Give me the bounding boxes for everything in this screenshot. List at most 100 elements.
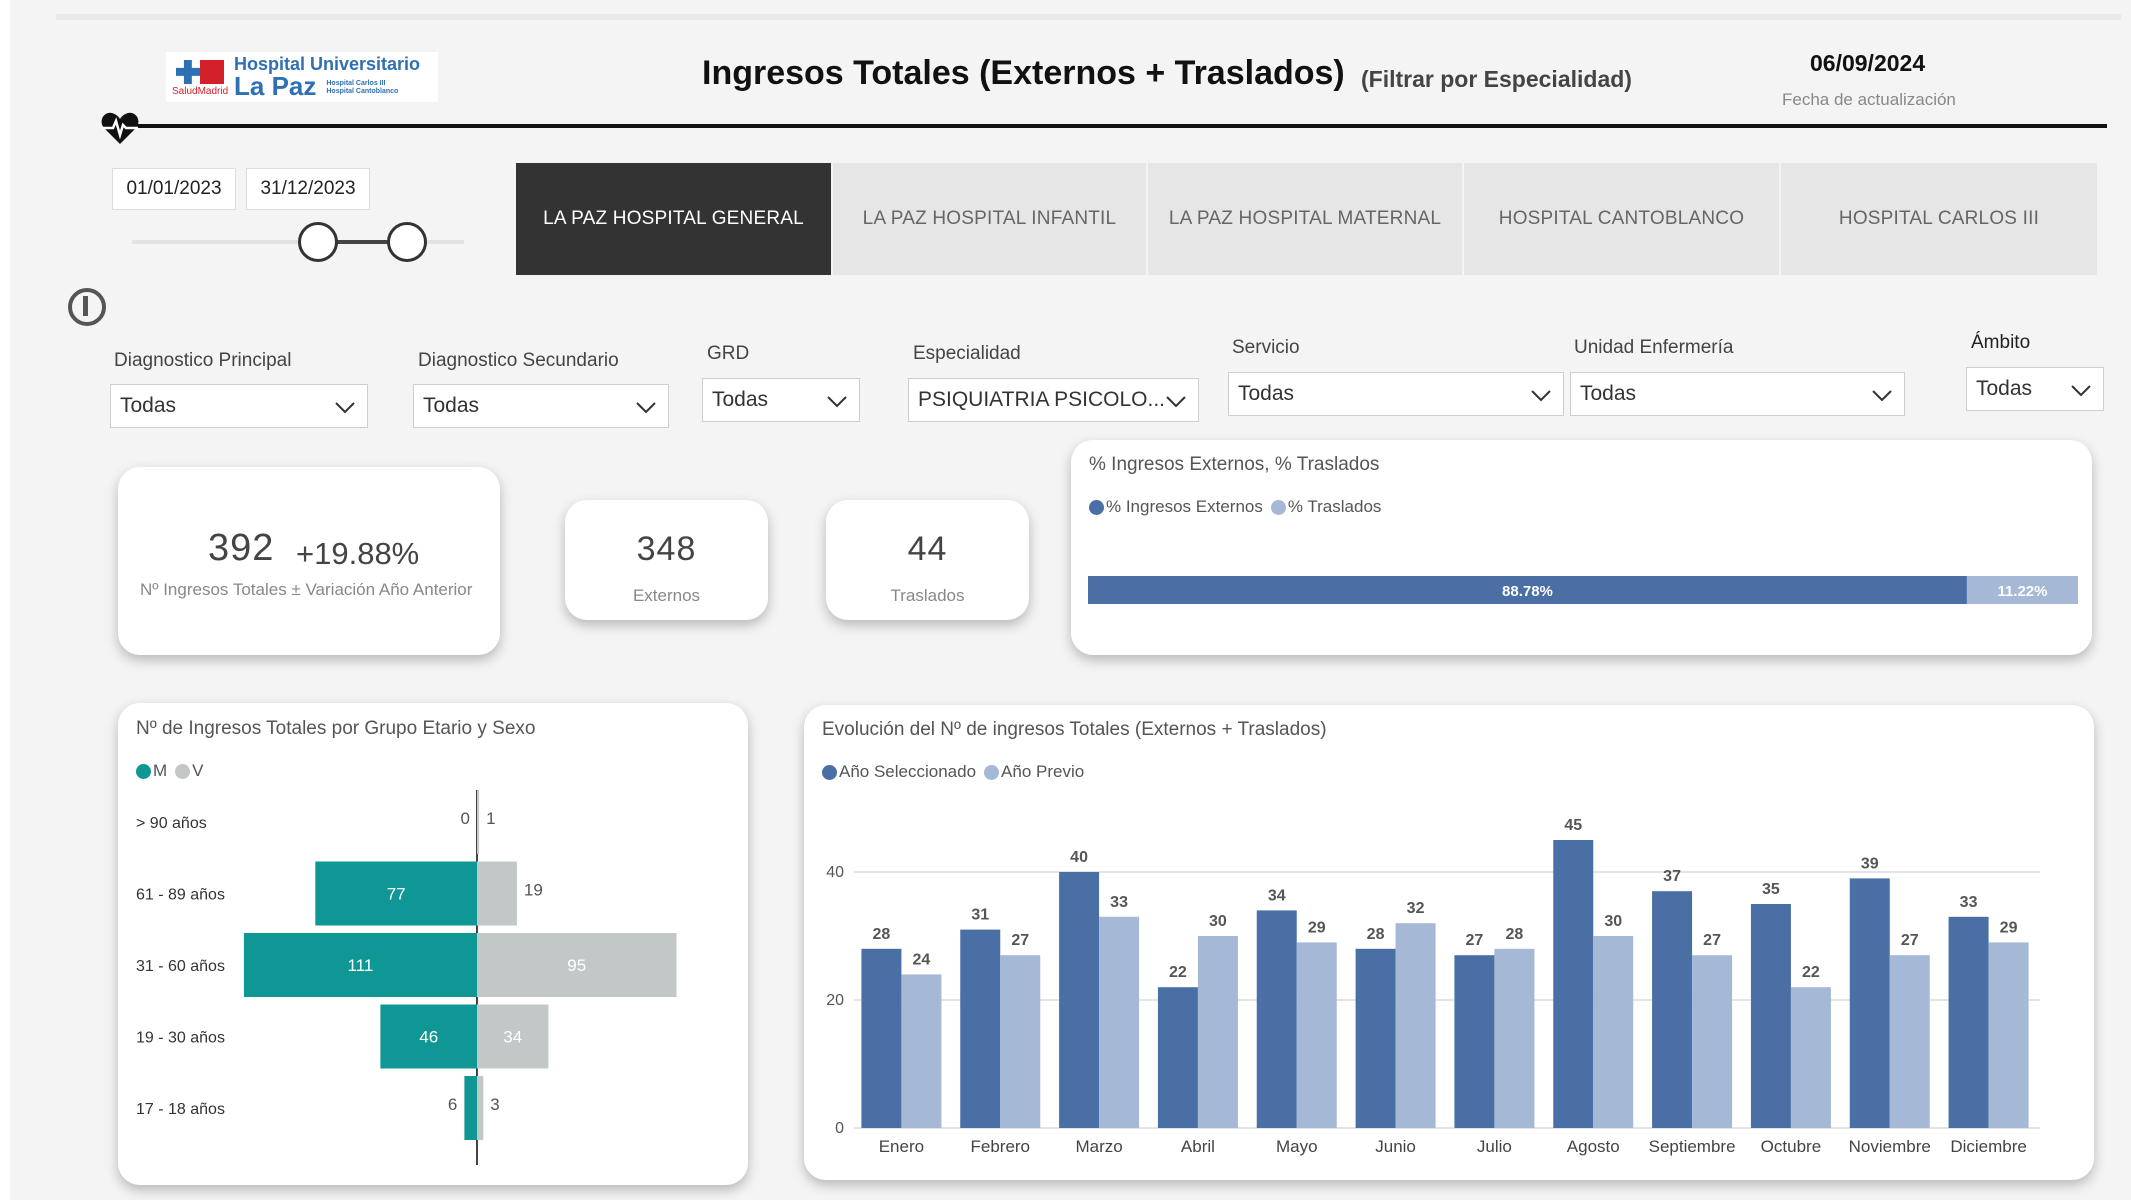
- bar-previous-label: 27: [1703, 932, 1721, 949]
- tab-carlos-iii[interactable]: HOSPITAL CARLOS III: [1781, 163, 2097, 275]
- date-slider-end-handle[interactable]: [387, 222, 427, 262]
- bar-selected-year: [960, 929, 1001, 1128]
- chevron-down-icon: [335, 402, 355, 414]
- diag-principal-dropdown[interactable]: Todas: [110, 384, 368, 428]
- pct-legend: % Ingresos Externos % Traslados: [1089, 497, 1381, 517]
- page-title: Ingresos Totales (Externos + Traslados): [702, 54, 1345, 92]
- start-date-input[interactable]: 01/01/2023: [112, 168, 236, 210]
- age-sex-chart-title: Nº de Ingresos Totales por Grupo Etario …: [136, 718, 536, 739]
- x-tick-label: Junio: [1375, 1137, 1416, 1156]
- x-tick-label: Febrero: [970, 1137, 1030, 1156]
- bar-previous-label: 33: [1110, 894, 1128, 911]
- bar-selected-label: 40: [1070, 849, 1088, 866]
- x-tick-label: Diciembre: [1950, 1137, 2027, 1156]
- legend-selected-dot: [822, 764, 837, 780]
- diag-principal-label: Diagnostico Principal: [114, 350, 292, 371]
- x-tick-label: Mayo: [1276, 1137, 1318, 1156]
- legend-externos-dot: [1089, 499, 1104, 515]
- bar-previous-year: [1000, 955, 1041, 1128]
- age-category-label: 31 - 60 años: [136, 958, 225, 975]
- tab-la-paz-general[interactable]: LA PAZ HOSPITAL GENERAL: [516, 163, 831, 275]
- legend-traslados-label: % Traslados: [1287, 497, 1382, 516]
- power-icon[interactable]: [68, 288, 106, 326]
- age-category-label: 19 - 30 años: [136, 1030, 225, 1047]
- kpi-traslados-label: Traslados: [890, 586, 965, 605]
- bar-m-label: 77: [387, 885, 406, 904]
- kpi-traslados-value: 44: [907, 530, 948, 568]
- unidad-dropdown[interactable]: Todas: [1570, 372, 1905, 416]
- diag-secundario-dropdown[interactable]: Todas: [413, 384, 669, 428]
- bar-previous-year: [1790, 987, 1831, 1128]
- bar-v-label: 1: [486, 809, 495, 828]
- hospital-logo: SaludMadrid Hospital Universitario La Pa…: [166, 52, 438, 102]
- age-category-label: 17 - 18 años: [136, 1101, 225, 1118]
- bar-v-label: 3: [490, 1095, 499, 1114]
- x-tick-label: Marzo: [1075, 1137, 1122, 1156]
- date-slider-start-handle[interactable]: [298, 222, 338, 262]
- grd-dropdown[interactable]: Todas: [702, 378, 860, 422]
- y-tick-label: 40: [826, 864, 844, 881]
- bar-selected-year: [1454, 955, 1495, 1128]
- tab-la-paz-maternal[interactable]: LA PAZ HOSPITAL MATERNAL: [1148, 163, 1462, 275]
- kpi-externos-label: Externos: [632, 586, 701, 605]
- bar-previous-label: 30: [1209, 913, 1227, 930]
- pct-label-externos: 88.78%: [1502, 583, 1553, 600]
- bar-v-label: 34: [503, 1028, 522, 1047]
- bar-previous-year: [1296, 942, 1337, 1128]
- bar-previous-label: 24: [913, 951, 931, 968]
- ambito-dropdown[interactable]: Todas: [1966, 367, 2104, 411]
- kpi-total-value: 392: [208, 527, 275, 569]
- pct-chart-title: % Ingresos Externos, % Traslados: [1089, 454, 1380, 475]
- y-tick-label: 0: [835, 1120, 844, 1137]
- end-date-input[interactable]: 31/12/2023: [246, 168, 370, 210]
- servicio-dropdown[interactable]: Todas: [1228, 372, 1564, 416]
- legend-externos-label: % Ingresos Externos: [1106, 497, 1263, 516]
- diag-secundario-label: Diagnostico Secundario: [418, 350, 619, 371]
- x-tick-label: Enero: [879, 1137, 924, 1156]
- heartbeat-icon: [101, 112, 139, 144]
- x-tick-label: Abril: [1181, 1137, 1215, 1156]
- chevron-down-icon: [1531, 390, 1551, 402]
- servicio-label: Servicio: [1232, 337, 1300, 358]
- bar-selected-label: 37: [1663, 868, 1681, 885]
- bar-selected-label: 35: [1762, 881, 1780, 898]
- x-tick-label: Noviembre: [1849, 1137, 1931, 1156]
- chevron-down-icon: [1872, 390, 1892, 402]
- unidad-value: Todas: [1580, 382, 1637, 405]
- bar-previous-year: [1593, 936, 1634, 1128]
- salud-madrid-icon: SaludMadrid: [170, 54, 230, 100]
- pct-stacked-bar: 88.78% 11.22%: [1088, 576, 2078, 604]
- bar-selected-year: [1059, 872, 1100, 1128]
- bar-previous-label: 27: [1011, 932, 1029, 949]
- tab-la-paz-infantil[interactable]: LA PAZ HOSPITAL INFANTIL: [833, 163, 1146, 275]
- logo-small-1: Hospital Carlos III: [326, 80, 386, 88]
- servicio-value: Todas: [1238, 382, 1295, 405]
- bar-m-label: 0: [461, 809, 470, 828]
- especialidad-dropdown[interactable]: PSIQUIATRIA PSICOLO...: [908, 378, 1199, 422]
- bar-previous-label: 29: [2000, 919, 2018, 936]
- bar-selected-year: [1355, 948, 1396, 1128]
- bar-previous-label: 32: [1407, 900, 1425, 917]
- bar-previous-year: [901, 974, 942, 1128]
- grd-label: GRD: [707, 343, 750, 364]
- ambito-label: Ámbito: [1971, 332, 2031, 353]
- bar-previous-year: [1988, 942, 2029, 1128]
- bar-selected-label: 45: [1564, 817, 1582, 834]
- bar-v: [477, 861, 517, 926]
- legend-m-label: M: [153, 761, 168, 780]
- x-tick-label: Agosto: [1567, 1137, 1620, 1156]
- bar-v: [477, 1076, 484, 1140]
- chevron-down-icon: [1166, 396, 1186, 408]
- bar-selected-year: [861, 948, 902, 1128]
- bar-previous-year: [1889, 955, 1930, 1128]
- age-sex-legend: M V: [136, 761, 204, 781]
- tab-cantoblanco[interactable]: HOSPITAL CANTOBLANCO: [1464, 163, 1779, 275]
- bar-v: [477, 790, 480, 854]
- bar-previous-label: 22: [1802, 964, 1820, 981]
- bar-previous-year: [1197, 936, 1238, 1128]
- bar-m-label: 46: [419, 1028, 438, 1047]
- bar-selected-label: 28: [1367, 926, 1385, 943]
- bar-selected-year: [1652, 891, 1693, 1128]
- bar-m: [464, 1076, 477, 1140]
- unidad-label: Unidad Enfermería: [1574, 337, 1734, 358]
